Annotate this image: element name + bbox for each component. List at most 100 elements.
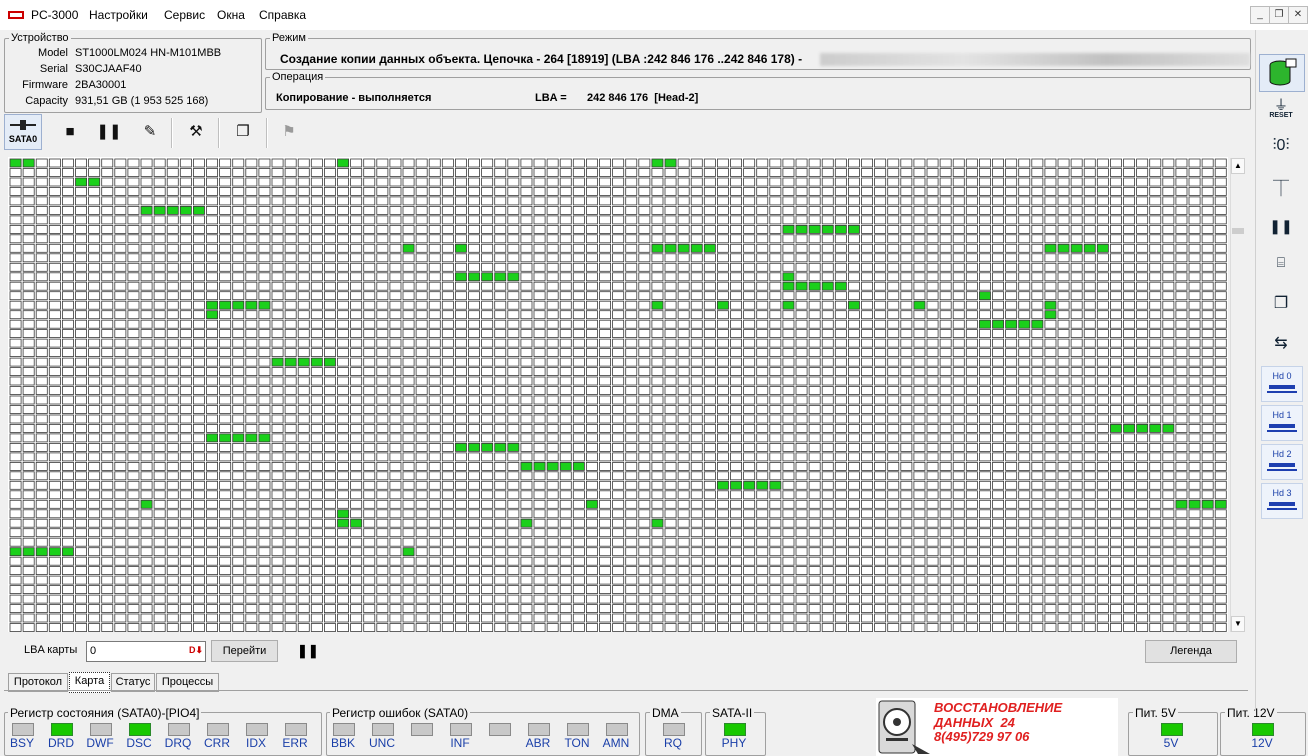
map-block[interactable] [612,613,625,623]
map-block[interactable] [979,594,991,604]
map-block[interactable] [913,319,926,329]
map-block[interactable] [166,300,179,310]
map-block[interactable] [795,556,808,566]
map-block[interactable] [389,243,402,253]
map-block[interactable] [1162,367,1175,377]
map-block[interactable] [599,405,612,414]
map-block[interactable] [310,348,323,358]
map-block[interactable] [1188,367,1201,377]
map-block[interactable] [284,480,297,490]
map-block[interactable] [166,225,179,234]
map-block[interactable] [232,471,245,481]
map-block[interactable] [88,604,101,614]
map-block[interactable] [232,291,245,301]
map-block[interactable] [468,537,481,547]
map-block[interactable] [1005,613,1018,623]
map-block[interactable] [939,319,952,329]
map-block[interactable] [874,623,887,632]
map-block-read[interactable] [62,547,74,557]
map-block[interactable] [821,243,834,253]
map-block[interactable] [1201,509,1214,519]
map-block[interactable] [1070,158,1083,168]
map-block[interactable] [848,461,860,471]
map-block[interactable] [887,186,900,196]
map-block[interactable] [638,452,651,462]
map-block[interactable] [127,518,140,528]
map-block[interactable] [192,528,205,538]
map-block[interactable] [795,262,808,272]
map-block[interactable] [572,348,585,358]
map-block-read[interactable] [166,206,179,215]
map-block[interactable] [271,537,284,547]
map-block[interactable] [48,585,61,595]
map-block[interactable] [232,395,245,405]
map-block[interactable] [586,452,598,462]
map-block[interactable] [258,547,271,557]
map-block[interactable] [743,300,756,310]
map-block[interactable] [1201,253,1214,263]
map-block[interactable] [926,186,939,196]
map-block[interactable] [1149,262,1162,272]
power5-indicator[interactable] [1161,723,1183,736]
map-block[interactable] [441,215,454,225]
map-block[interactable] [245,575,258,585]
map-block[interactable] [1149,537,1162,547]
map-block[interactable] [992,604,1005,614]
map-block[interactable] [848,253,860,263]
map-block[interactable] [1162,405,1175,414]
map-block[interactable] [913,158,926,168]
map-block[interactable] [153,585,166,595]
map-block[interactable] [1175,234,1188,244]
map-block[interactable] [363,215,376,225]
map-block[interactable] [546,177,559,187]
map-block[interactable] [206,471,219,481]
map-block[interactable] [651,357,664,367]
map-block[interactable] [965,442,978,452]
map-block[interactable] [625,613,638,623]
map-block[interactable] [533,471,546,481]
map-block[interactable] [1149,367,1162,377]
map-block-read[interactable] [88,177,101,187]
map-block[interactable] [363,471,376,481]
map-block[interactable] [717,594,729,604]
map-block[interactable] [651,575,664,585]
map-block[interactable] [599,234,612,244]
map-block-read[interactable] [848,300,860,310]
map-block[interactable] [114,585,127,595]
map-block[interactable] [887,319,900,329]
map-block[interactable] [743,471,756,481]
map-block-read[interactable] [1057,243,1070,253]
map-block[interactable] [743,196,756,206]
map-block[interactable] [1123,253,1136,263]
map-block[interactable] [441,196,454,206]
map-block[interactable] [114,300,127,310]
map-block[interactable] [441,414,454,424]
map-block[interactable] [651,594,664,604]
map-block[interactable] [441,329,454,339]
map-block[interactable] [965,395,978,405]
map-block[interactable] [481,452,494,462]
map-block[interactable] [743,262,756,272]
map-block[interactable] [939,566,952,576]
map-block[interactable] [428,234,441,244]
map-block[interactable] [441,623,454,632]
map-block[interactable] [428,319,441,329]
map-block[interactable] [730,461,743,471]
map-block[interactable] [48,518,61,528]
map-block[interactable] [297,338,310,348]
map-block[interactable] [140,594,153,604]
map-block[interactable] [874,186,887,196]
map-block[interactable] [546,471,559,481]
map-block[interactable] [481,225,494,234]
map-block[interactable] [494,585,507,595]
map-block[interactable] [861,537,874,547]
map-block[interactable] [1005,623,1018,632]
map-block[interactable] [612,243,625,253]
map-block[interactable] [1123,357,1136,367]
map-block[interactable] [782,395,795,405]
map-block[interactable] [848,537,860,547]
map-block[interactable] [1070,509,1083,519]
map-block[interactable] [887,405,900,414]
map-block[interactable] [245,537,258,547]
map-block[interactable] [900,585,913,595]
